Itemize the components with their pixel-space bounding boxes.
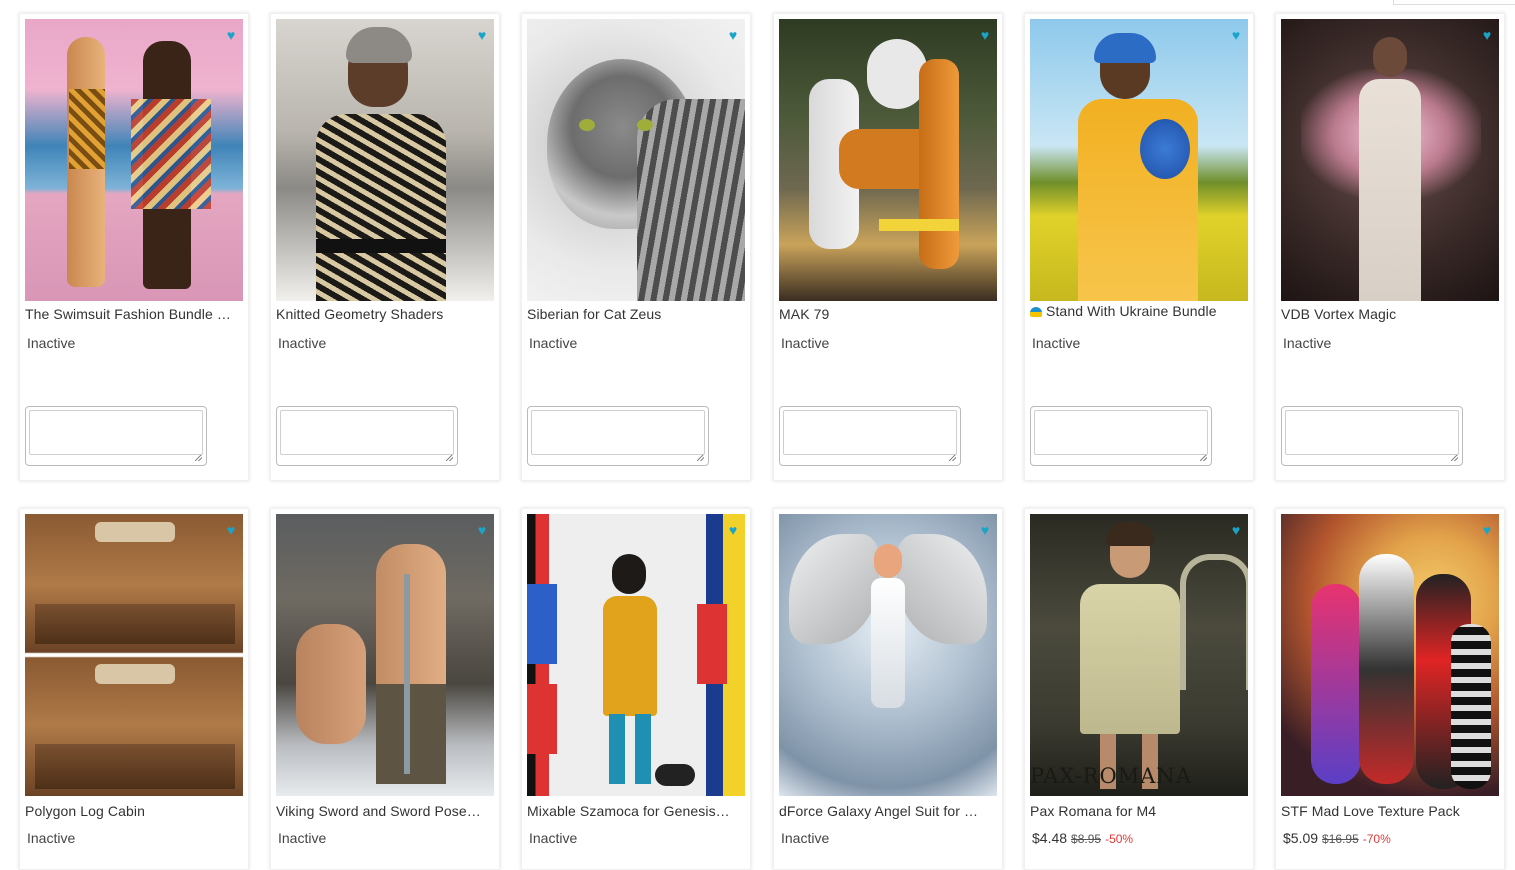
- heart-icon[interactable]: ♥: [475, 28, 489, 42]
- heart-icon[interactable]: ♥: [224, 28, 238, 42]
- product-status: Inactive: [27, 335, 76, 351]
- original-price: $16.95: [1322, 832, 1359, 846]
- product-title[interactable]: STF Mad Love Texture Pack: [1281, 803, 1501, 819]
- product-status: Inactive: [1032, 335, 1081, 351]
- product-card[interactable]: ♥ Stand With Ukraine Bundle Inactive: [1024, 13, 1254, 481]
- heart-icon[interactable]: ♥: [1229, 523, 1243, 537]
- product-title-text: Stand With Ukraine Bundle: [1046, 303, 1217, 319]
- product-status: Inactive: [27, 830, 76, 846]
- heart-icon[interactable]: ♥: [1480, 28, 1494, 42]
- resize-grip-icon[interactable]: [1451, 454, 1458, 461]
- product-title[interactable]: VDB Vortex Magic: [1281, 306, 1501, 322]
- product-card[interactable]: ♥ Knitted Geometry Shaders Inactive: [270, 13, 500, 481]
- price-row: $5.09 $16.95 -70%: [1283, 830, 1391, 846]
- product-status: Inactive: [278, 830, 327, 846]
- product-card[interactable]: ♥ Mixable Szamoca for Genesis… Inactive: [521, 508, 751, 870]
- ukraine-flag-icon: [1030, 307, 1042, 317]
- product-title[interactable]: Siberian for Cat Zeus: [527, 306, 747, 322]
- product-card[interactable]: ♥ Viking Sword and Sword Pose… Inactive: [270, 508, 500, 870]
- product-thumbnail[interactable]: [779, 19, 997, 301]
- product-card[interactable]: ♥ Siberian for Cat Zeus Inactive: [521, 13, 751, 481]
- product-title[interactable]: Stand With Ukraine Bundle: [1030, 303, 1250, 319]
- product-status: Inactive: [529, 830, 578, 846]
- product-thumbnail[interactable]: [1030, 19, 1248, 301]
- resize-grip-icon[interactable]: [446, 454, 453, 461]
- product-thumbnail[interactable]: [276, 19, 494, 301]
- product-thumbnail[interactable]: [25, 514, 243, 796]
- notes-textarea[interactable]: [25, 406, 207, 466]
- product-thumbnail[interactable]: [1281, 514, 1499, 796]
- product-title[interactable]: The Swimsuit Fashion Bundle …: [25, 306, 245, 322]
- product-status: Inactive: [781, 830, 830, 846]
- product-status: Inactive: [781, 335, 830, 351]
- product-thumbnail[interactable]: PAX-ROMANA: [1030, 514, 1248, 796]
- product-card[interactable]: ♥ VDB Vortex Magic Inactive: [1275, 13, 1505, 481]
- product-thumbnail[interactable]: [527, 19, 745, 301]
- notes-textarea[interactable]: [1030, 406, 1212, 466]
- heart-icon[interactable]: ♥: [475, 523, 489, 537]
- discount-badge: -50%: [1105, 832, 1134, 846]
- top-search-edge: [1393, 0, 1515, 5]
- product-title[interactable]: MAK 79: [779, 306, 999, 322]
- heart-icon[interactable]: ♥: [1480, 523, 1494, 537]
- notes-textarea[interactable]: [1281, 406, 1463, 466]
- notes-textarea[interactable]: [527, 406, 709, 466]
- price-row: $4.48 $8.95 -50%: [1032, 830, 1133, 846]
- heart-icon[interactable]: ♥: [224, 523, 238, 537]
- product-status: Inactive: [529, 335, 578, 351]
- product-title[interactable]: Mixable Szamoca for Genesis…: [527, 803, 747, 819]
- heart-icon[interactable]: ♥: [726, 523, 740, 537]
- product-card[interactable]: ♥ dForce Galaxy Angel Suit for … Inactiv…: [773, 508, 1003, 870]
- product-card[interactable]: ♥ MAK 79 Inactive: [773, 13, 1003, 481]
- resize-grip-icon[interactable]: [1200, 454, 1207, 461]
- product-title[interactable]: Pax Romana for M4: [1030, 803, 1250, 819]
- product-thumbnail[interactable]: [527, 514, 745, 796]
- heart-icon[interactable]: ♥: [978, 28, 992, 42]
- heart-icon[interactable]: ♥: [978, 523, 992, 537]
- product-thumbnail[interactable]: [25, 19, 243, 301]
- product-title[interactable]: Polygon Log Cabin: [25, 803, 245, 819]
- product-title[interactable]: dForce Galaxy Angel Suit for …: [779, 803, 999, 819]
- product-thumbnail[interactable]: [1281, 19, 1499, 301]
- sale-price: $4.48: [1032, 830, 1068, 846]
- product-title[interactable]: Viking Sword and Sword Pose…: [276, 803, 496, 819]
- product-card[interactable]: PAX-ROMANA ♥ Pax Romana for M4 $4.48 $8.9…: [1024, 508, 1254, 870]
- product-thumbnail[interactable]: [779, 514, 997, 796]
- discount-badge: -70%: [1362, 832, 1391, 846]
- original-price: $8.95: [1071, 832, 1102, 846]
- sale-price: $5.09: [1283, 830, 1319, 846]
- product-card[interactable]: ♥ The Swimsuit Fashion Bundle … Inactive: [19, 13, 249, 481]
- resize-grip-icon[interactable]: [195, 454, 202, 461]
- product-thumbnail[interactable]: [276, 514, 494, 796]
- notes-textarea[interactable]: [276, 406, 458, 466]
- notes-textarea[interactable]: [779, 406, 961, 466]
- resize-grip-icon[interactable]: [949, 454, 956, 461]
- product-title[interactable]: Knitted Geometry Shaders: [276, 306, 496, 322]
- heart-icon[interactable]: ♥: [726, 28, 740, 42]
- product-status: Inactive: [1283, 335, 1332, 351]
- product-status: Inactive: [278, 335, 327, 351]
- heart-icon[interactable]: ♥: [1229, 28, 1243, 42]
- pax-romana-logo-text: PAX-ROMANA: [1030, 764, 1192, 788]
- resize-grip-icon[interactable]: [697, 454, 704, 461]
- product-card[interactable]: ♥ STF Mad Love Texture Pack $5.09 $16.95-…: [1275, 508, 1505, 870]
- product-card[interactable]: ♥ Polygon Log Cabin Inactive: [19, 508, 249, 870]
